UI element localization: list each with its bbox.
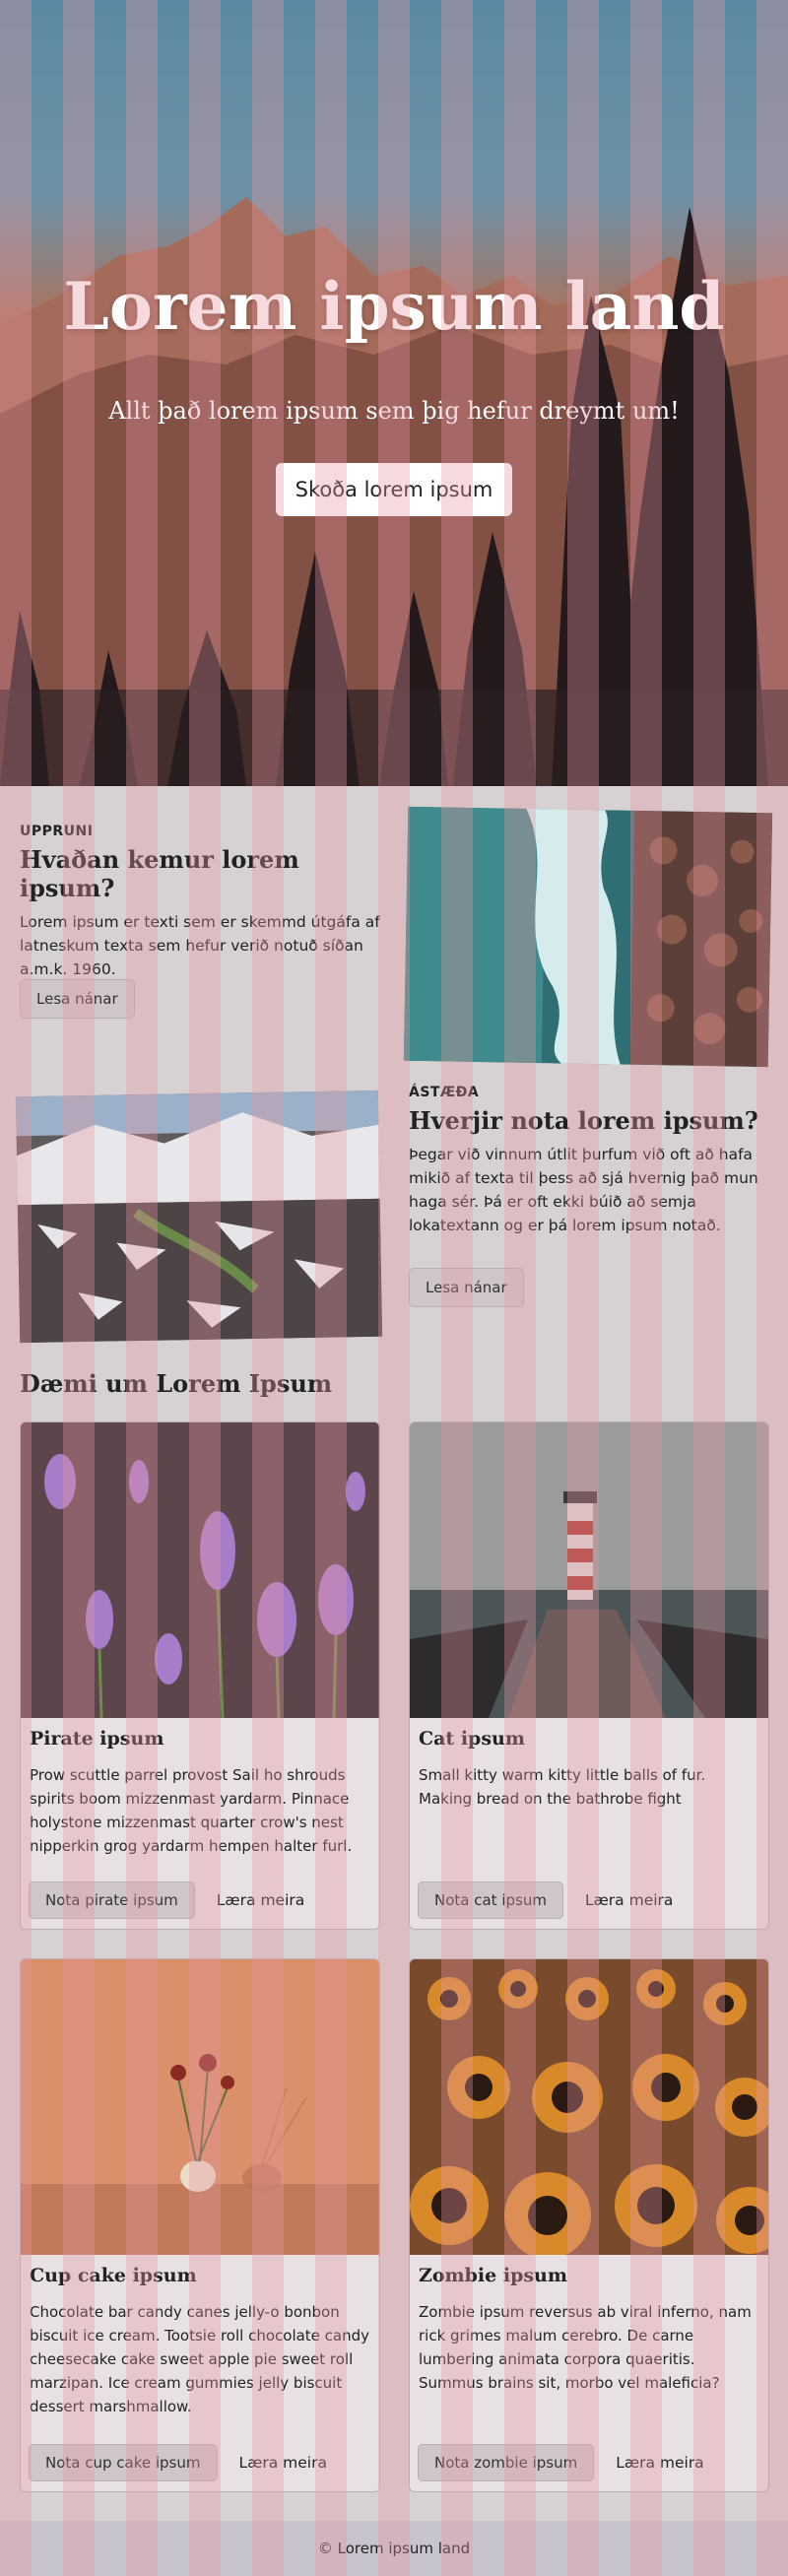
use-zombie-ipsum-button[interactable]: Nota zombie ipsum [418, 2444, 595, 2481]
hero-subtitle: Allt það lorem ipsum sem þig hefur dreym… [108, 397, 680, 425]
card-text: Prow scuttle parrel provost Sail ho shro… [30, 1766, 353, 1855]
card-text: Small kitty warm kitty little balls of f… [419, 1766, 706, 1808]
card-title: Zombie ipsum [419, 2265, 567, 2286]
hero-banner: Lorem ipsum land Allt það lorem ipsum se… [0, 0, 788, 786]
card-title: Cat ipsum [419, 1728, 525, 1750]
example-card-pirate: Pirate ipsum Prow scuttle parrel provost… [20, 1421, 380, 1930]
use-pirate-ipsum-button[interactable]: Nota pirate ipsum [29, 1882, 195, 1919]
learn-more-link[interactable]: Læra meira [239, 2454, 327, 2472]
use-cat-ipsum-button[interactable]: Nota cat ipsum [418, 1882, 563, 1919]
ocean-rocks-image [403, 806, 773, 1068]
snowy-mountains-image [15, 1090, 383, 1344]
section-title: Hvaðan kemur lorem ipsum? [20, 845, 299, 902]
hero-title: Lorem ipsum land [63, 268, 725, 345]
flower-vase-image [21, 1959, 379, 2255]
section-title: Hverjir nota lorem ipsum? [409, 1106, 758, 1135]
section-text: Lorem ipsum er texti sem er skemmd útgáf… [20, 913, 380, 978]
example-card-zombie: Zombie ipsum Zombie ipsum reversus ab vi… [409, 1958, 769, 2492]
learn-more-link[interactable]: Læra meira [616, 2454, 703, 2472]
origin-section: UPPRUNI Hvaðan kemur lorem ipsum? Lorem … [20, 824, 382, 981]
card-title: Pirate ipsum [30, 1728, 164, 1750]
lighthouse-image [410, 1422, 768, 1718]
footer: © Lorem ipsum land [0, 2521, 788, 2576]
section-text: Þegar við vinnum útlit þurfum við oft að… [409, 1146, 758, 1234]
use-cupcake-ipsum-button[interactable]: Nota cup cake ipsum [29, 2444, 218, 2481]
lavender-image [21, 1422, 379, 1718]
read-more-button-wrap: Lesa nánar [20, 979, 135, 1019]
example-card-cupcake: Cup cake ipsum Chocolate bar candy canes… [20, 1958, 380, 2492]
mountain-forest-image [0, 197, 788, 786]
learn-more-link[interactable]: Læra meira [217, 1891, 304, 1909]
card-title: Cup cake ipsum [30, 2265, 197, 2286]
read-more-button-wrap: Lesa nánar [409, 1268, 524, 1307]
read-more-button[interactable]: Lesa nánar [409, 1268, 524, 1307]
example-card-cat: Cat ipsum Small kitty warm kitty little … [409, 1421, 769, 1930]
section-eyebrow: ÁSTÆÐA [409, 1085, 480, 1100]
section-eyebrow: UPPRUNI [20, 824, 94, 839]
footer-copyright: © Lorem ipsum land [317, 2540, 471, 2557]
reason-section: ÁSTÆÐA Hverjir nota lorem ipsum? Þegar v… [409, 1085, 768, 1237]
learn-more-link[interactable]: Læra meira [585, 1891, 673, 1909]
explore-button[interactable]: Skoða lorem ipsum [276, 463, 512, 516]
card-text: Chocolate bar candy canes jelly-o bonbon… [30, 2303, 370, 2415]
card-text: Zombie ipsum reversus ab viral inferno, … [419, 2303, 752, 2392]
sunflowers-image [410, 1959, 768, 2255]
read-more-button[interactable]: Lesa nánar [20, 979, 135, 1019]
examples-title: Dæmi um Lorem Ipsum [20, 1369, 333, 1398]
